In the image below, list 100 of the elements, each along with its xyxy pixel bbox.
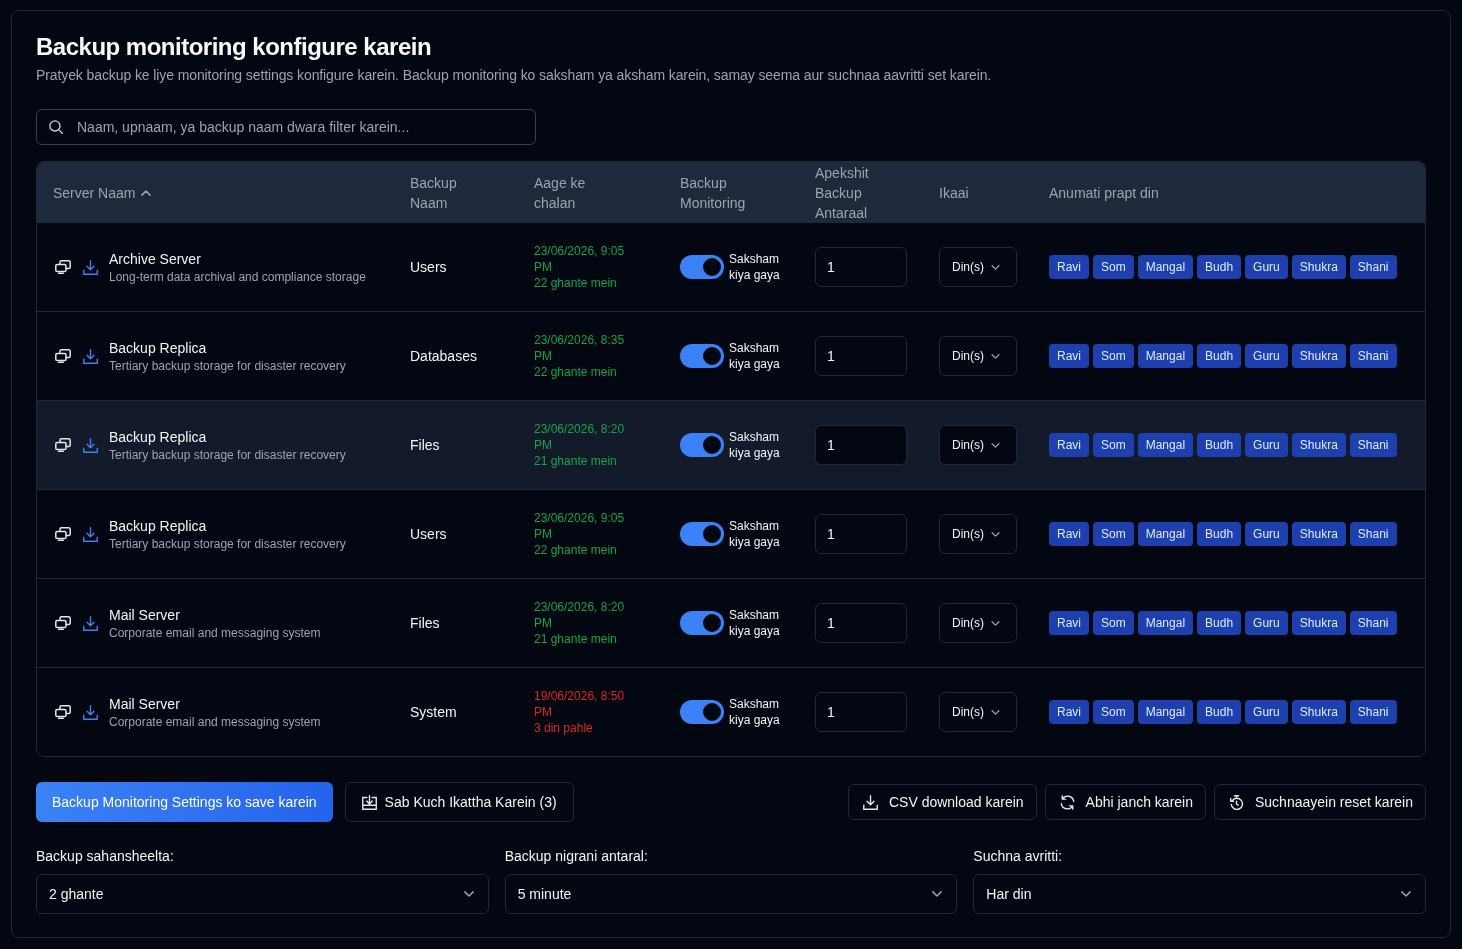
backup-name: Files <box>410 436 440 455</box>
day-chip[interactable]: Mangal <box>1137 433 1194 457</box>
unit-dropdown[interactable]: Din(s) <box>939 692 1017 732</box>
toggle-label: Saksham kiya gaya <box>729 607 781 639</box>
next-run-date: 23/06/2026, 8:20 PM <box>534 599 626 631</box>
toggle-label: Saksham kiya gaya <box>729 340 781 372</box>
day-chip[interactable]: Guru <box>1245 700 1288 724</box>
select-dropdown[interactable]: 2 ghante <box>36 874 489 914</box>
select-dropdown[interactable]: Har din <box>973 874 1426 914</box>
backup-name: Files <box>410 614 440 633</box>
day-chip[interactable]: Som <box>1093 344 1134 368</box>
save-button[interactable]: Backup Monitoring Settings ko save karein <box>36 782 333 822</box>
stacked-screens-icon <box>55 527 71 541</box>
field-label: Backup sahansheelta: <box>36 847 174 866</box>
monitoring-toggle[interactable] <box>680 700 724 724</box>
interval-input[interactable]: 1 <box>815 603 907 643</box>
day-chip[interactable]: Shani <box>1349 344 1397 368</box>
day-chip[interactable]: Shukra <box>1291 344 1346 368</box>
day-chip[interactable]: Ravi <box>1049 700 1089 724</box>
day-chip[interactable]: Shukra <box>1291 255 1346 279</box>
reset-button[interactable]: Suchnaayein reset karein <box>1214 784 1426 820</box>
monitoring-toggle[interactable] <box>680 255 724 279</box>
chevron-down-icon <box>991 442 1000 448</box>
next-run-date: 19/06/2026, 8:50 PM <box>534 688 626 720</box>
day-chip[interactable]: Budh <box>1197 700 1242 724</box>
day-chip[interactable]: Mangal <box>1137 522 1194 546</box>
day-chip[interactable]: Shani <box>1349 700 1397 724</box>
unit-dropdown[interactable]: Din(s) <box>939 514 1017 554</box>
day-chip[interactable]: Shukra <box>1291 611 1346 635</box>
day-chip[interactable]: Mangal <box>1137 255 1194 279</box>
day-chip[interactable]: Shukra <box>1291 700 1346 724</box>
refresh-button[interactable]: Abhi janch karein <box>1044 784 1206 820</box>
interval-input[interactable]: 1 <box>815 336 907 376</box>
column-header: Backup Naam <box>410 173 458 213</box>
next-run-date: 23/06/2026, 8:20 PM <box>534 421 626 453</box>
column-header: Backup Monitoring <box>680 173 747 213</box>
day-chip[interactable]: Budh <box>1197 433 1242 457</box>
next-run-date: 23/06/2026, 9:05 PM <box>534 243 626 275</box>
unit-dropdown[interactable]: Din(s) <box>939 247 1017 287</box>
day-chip[interactable]: Budh <box>1197 611 1242 635</box>
server-name: Archive Server <box>109 250 201 269</box>
select-dropdown[interactable]: 5 minute <box>504 874 958 914</box>
day-chip[interactable]: Mangal <box>1137 700 1194 724</box>
unit-dropdown[interactable]: Din(s) <box>939 425 1017 465</box>
day-chip[interactable]: Mangal <box>1137 611 1194 635</box>
tray-arrow-icon <box>361 794 377 810</box>
refresh-icon <box>1059 794 1075 810</box>
day-chip[interactable]: Shani <box>1349 522 1397 546</box>
stacked-screens-icon <box>55 438 71 452</box>
download-icon <box>83 348 98 364</box>
day-chip[interactable]: Ravi <box>1049 611 1089 635</box>
next-run-date: 23/06/2026, 9:05 PM <box>534 510 626 542</box>
day-chip[interactable]: Som <box>1093 611 1134 635</box>
download-button[interactable]: CSV download karein <box>847 784 1037 820</box>
day-chip[interactable]: Shukra <box>1291 522 1346 546</box>
unit-dropdown[interactable]: Din(s) <box>939 603 1017 643</box>
backup-name: System <box>410 703 457 722</box>
day-chip[interactable]: Budh <box>1197 522 1242 546</box>
interval-input[interactable]: 1 <box>815 514 907 554</box>
day-chip[interactable]: Ravi <box>1049 344 1089 368</box>
day-chip[interactable]: Guru <box>1245 433 1288 457</box>
monitoring-toggle[interactable] <box>680 522 724 546</box>
search-field[interactable]: Naam, upnaam, ya backup naam dwara filter karein... <box>36 109 536 145</box>
field-label: Backup nigrani antaral: <box>504 847 648 866</box>
day-chip[interactable]: Shani <box>1349 611 1397 635</box>
day-chip[interactable]: Budh <box>1197 255 1242 279</box>
day-chip[interactable]: Guru <box>1245 255 1288 279</box>
monitoring-toggle[interactable] <box>680 433 724 457</box>
server-description: Tertiary backup storage for disaster recovery <box>109 358 346 374</box>
backup-name: Databases <box>410 347 477 366</box>
column-sort-button[interactable]: Server Naam <box>53 182 152 203</box>
day-chip[interactable]: Guru <box>1245 611 1288 635</box>
unit-dropdown[interactable]: Din(s) <box>939 336 1017 376</box>
day-chip[interactable]: Shukra <box>1291 433 1346 457</box>
day-chip[interactable]: Budh <box>1197 344 1242 368</box>
day-chip[interactable]: Som <box>1093 700 1134 724</box>
interval-input[interactable]: 1 <box>815 692 907 732</box>
interval-input[interactable]: 1 <box>815 247 907 287</box>
monitoring-toggle[interactable] <box>680 344 724 368</box>
day-chip[interactable]: Shani <box>1349 433 1397 457</box>
day-chip[interactable]: Shani <box>1349 255 1397 279</box>
day-chip[interactable]: Guru <box>1245 522 1288 546</box>
download-icon <box>83 704 98 720</box>
day-chip[interactable]: Som <box>1093 433 1134 457</box>
day-chip[interactable]: Ravi <box>1049 255 1089 279</box>
day-chip[interactable]: Som <box>1093 522 1134 546</box>
server-description: Tertiary backup storage for disaster recovery <box>109 536 346 552</box>
day-chip[interactable]: Ravi <box>1049 433 1089 457</box>
monitoring-toggle[interactable] <box>680 611 724 635</box>
toggle-label: Saksham kiya gaya <box>729 251 781 283</box>
collect-button[interactable]: Sab Kuch Ikattha Karein (3) <box>344 782 574 822</box>
next-run-relative: 21 ghante mein <box>534 631 617 647</box>
download-icon <box>83 526 98 542</box>
day-chip[interactable]: Mangal <box>1137 344 1194 368</box>
day-chip[interactable]: Guru <box>1245 344 1288 368</box>
day-chip[interactable]: Ravi <box>1049 522 1089 546</box>
stacked-screens-icon <box>55 349 71 363</box>
server-name: Backup Replica <box>109 517 207 536</box>
interval-input[interactable]: 1 <box>815 425 907 465</box>
day-chip[interactable]: Som <box>1093 255 1134 279</box>
